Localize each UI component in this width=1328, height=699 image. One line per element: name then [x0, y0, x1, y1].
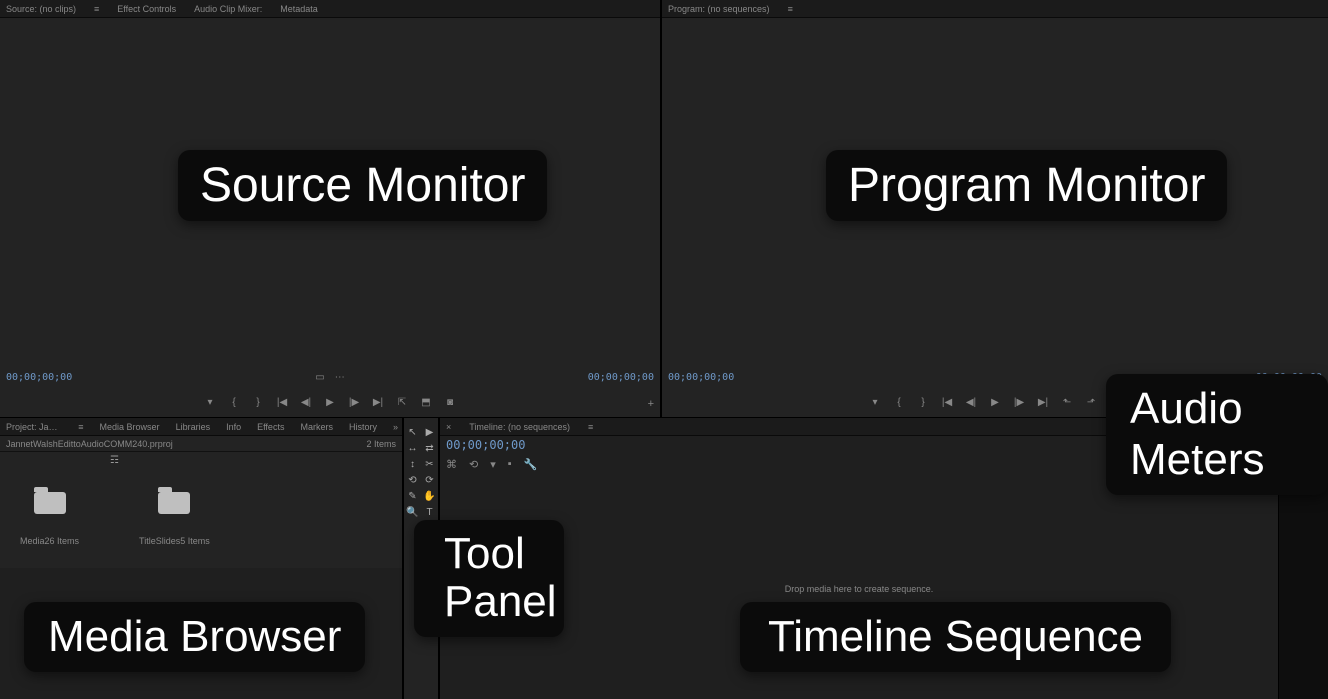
timeline-drop-hint: Drop media here to create sequence.	[440, 584, 1278, 594]
mark-out-icon[interactable]: }	[917, 396, 929, 408]
tab-media-browser[interactable]: Media Browser	[96, 420, 164, 434]
folder-icon	[158, 492, 190, 514]
export-frame-icon[interactable]: ◙	[1109, 396, 1121, 408]
hand-tool-icon[interactable]: ✋	[421, 488, 438, 504]
rate-stretch-tool-icon[interactable]: ↕	[404, 456, 421, 472]
tab-audio-clip-mixer[interactable]: Audio Clip Mixer:	[190, 2, 266, 16]
program-transport: ▾ { } |◀ ◀| ▶ |▶ ▶| ⬑ ⬏ ◙	[662, 391, 1328, 413]
source-monitor-viewport: 00;00;00;00 ▭ ⋯ 00;00;00;00 ▾ { } |◀ ◀| …	[0, 18, 660, 417]
program-tabbar: Program: (no sequences) ≡	[662, 0, 1328, 18]
program-add-button-icon[interactable]: +	[1316, 398, 1322, 410]
type-tool-icon[interactable]: T	[421, 504, 438, 520]
step-forward-icon[interactable]: |▶	[1013, 396, 1025, 408]
rolling-edit-tool-icon[interactable]: ⇄	[421, 440, 438, 456]
folder-name: Media	[20, 536, 45, 546]
extract-icon[interactable]: ⬏	[1085, 396, 1097, 408]
tab-menu-icon[interactable]: ≡	[584, 420, 597, 434]
tab-menu-icon[interactable]: ≡	[784, 2, 797, 16]
source-timecode-right: 00;00;00;00	[588, 372, 654, 383]
audio-meters-panel	[1278, 418, 1328, 699]
lift-icon[interactable]: ⬑	[1061, 396, 1073, 408]
go-to-out-icon[interactable]: ▶|	[1037, 396, 1049, 408]
project-tabbar: Project: JannetWalshEdittoAudioCOMM240 ≡…	[0, 418, 402, 436]
project-folder-grid: Media 26 Items TitleSlides 5 Items	[0, 468, 402, 568]
source-add-button-icon[interactable]: +	[648, 398, 654, 410]
program-monitor-panel: Program: (no sequences) ≡ 00;00;00;00 00…	[662, 0, 1328, 417]
timeline-panel: × Timeline: (no sequences) ≡ 00;00;00;00…	[440, 418, 1278, 699]
mark-out-icon[interactable]: }	[252, 396, 264, 408]
folder-name: TitleSlides	[139, 536, 180, 546]
tab-effect-controls[interactable]: Effect Controls	[113, 2, 180, 16]
tab-metadata[interactable]: Metadata	[276, 2, 322, 16]
add-marker-icon[interactable]: ▾	[490, 458, 496, 471]
go-to-in-icon[interactable]: |◀	[276, 396, 288, 408]
folder-count: 26 Items	[45, 536, 80, 546]
tab-menu-icon[interactable]: ≡	[74, 420, 87, 434]
pen-tool-icon[interactable]: ✎	[404, 488, 421, 504]
folder-media[interactable]: Media 26 Items	[20, 488, 79, 548]
insert-icon[interactable]: ⇱	[396, 396, 408, 408]
linked-selection-icon[interactable]: ⟲	[469, 458, 478, 471]
go-to-out-icon[interactable]: ▶|	[372, 396, 384, 408]
wrench-icon[interactable]: 🔧	[524, 458, 538, 471]
tab-menu-icon[interactable]: ≡	[90, 2, 103, 16]
close-icon[interactable]: ×	[442, 420, 455, 434]
source-timecode-left[interactable]: 00;00;00;00	[6, 372, 72, 383]
tab-history[interactable]: History	[345, 420, 381, 434]
track-select-tool-icon[interactable]: ▶	[421, 424, 438, 440]
mark-in-icon[interactable]: {	[893, 396, 905, 408]
step-back-icon[interactable]: ◀|	[965, 396, 977, 408]
tab-timeline[interactable]: Timeline: (no sequences)	[465, 420, 574, 434]
tab-project[interactable]: Project: JannetWalshEdittoAudioCOMM240	[2, 420, 66, 434]
slip-tool-icon[interactable]: ⟲	[404, 472, 421, 488]
source-monitor-panel: Source: (no clips) ≡ Effect Controls Aud…	[0, 0, 662, 417]
razor-tool-icon[interactable]: ✂	[421, 456, 438, 472]
go-to-in-icon[interactable]: |◀	[941, 396, 953, 408]
snap-icon[interactable]: ⌘	[446, 458, 457, 471]
project-filename: JannetWalshEdittoAudioCOMM240.prproj	[6, 439, 173, 449]
step-forward-icon[interactable]: |▶	[348, 396, 360, 408]
mark-in-icon[interactable]: {	[228, 396, 240, 408]
step-back-icon[interactable]: ◀|	[300, 396, 312, 408]
tab-source[interactable]: Source: (no clips)	[2, 2, 80, 16]
timeline-settings-icon[interactable]: ▪	[508, 458, 512, 471]
tab-markers[interactable]: Markers	[296, 420, 337, 434]
project-item-count: 2 Items	[366, 439, 396, 449]
zoom-tool-icon[interactable]: 🔍	[404, 504, 421, 520]
overwrite-icon[interactable]: ⬒	[420, 396, 432, 408]
fit-icon[interactable]: ▭	[315, 372, 324, 383]
tab-effects[interactable]: Effects	[253, 420, 288, 434]
timeline-timecode[interactable]: 00;00;00;00	[440, 436, 1278, 454]
settings-dots-icon[interactable]: ⋯	[335, 372, 345, 383]
folder-icon	[34, 492, 66, 514]
play-icon[interactable]: ▶	[324, 396, 336, 408]
selection-tool-icon[interactable]: ↖	[404, 424, 421, 440]
folder-count: 5 Items	[180, 536, 210, 546]
tab-program[interactable]: Program: (no sequences)	[664, 2, 774, 16]
program-timecode-left[interactable]: 00;00;00;00	[668, 372, 734, 383]
breadcrumb-icon[interactable]: ☶	[110, 455, 119, 466]
marker-icon[interactable]: ▾	[869, 396, 881, 408]
program-timecode-right: 00;00;00;00	[1256, 372, 1322, 383]
ripple-edit-tool-icon[interactable]: ↔	[404, 440, 421, 456]
play-icon[interactable]: ▶	[989, 396, 1001, 408]
source-transport: ▾ { } |◀ ◀| ▶ |▶ ▶| ⇱ ⬒ ◙	[0, 391, 660, 413]
program-monitor-viewport: 00;00;00;00 00;00;00;00 ▾ { } |◀ ◀| ▶ |▶…	[662, 18, 1328, 417]
project-panel: Project: JannetWalshEdittoAudioCOMM240 ≡…	[0, 418, 404, 699]
slide-tool-icon[interactable]: ⟳	[421, 472, 438, 488]
tab-info[interactable]: Info	[222, 420, 245, 434]
overflow-icon[interactable]: »	[389, 420, 402, 434]
folder-titleslides[interactable]: TitleSlides 5 Items	[139, 488, 210, 548]
marker-icon[interactable]: ▾	[204, 396, 216, 408]
source-tabbar: Source: (no clips) ≡ Effect Controls Aud…	[0, 0, 660, 18]
tab-libraries[interactable]: Libraries	[172, 420, 215, 434]
export-frame-icon[interactable]: ◙	[444, 396, 456, 408]
tool-panel: ↖ ▶ ↔ ⇄ ↕ ✂ ⟲ ⟳ ✎ ✋ 🔍 T	[404, 418, 440, 699]
